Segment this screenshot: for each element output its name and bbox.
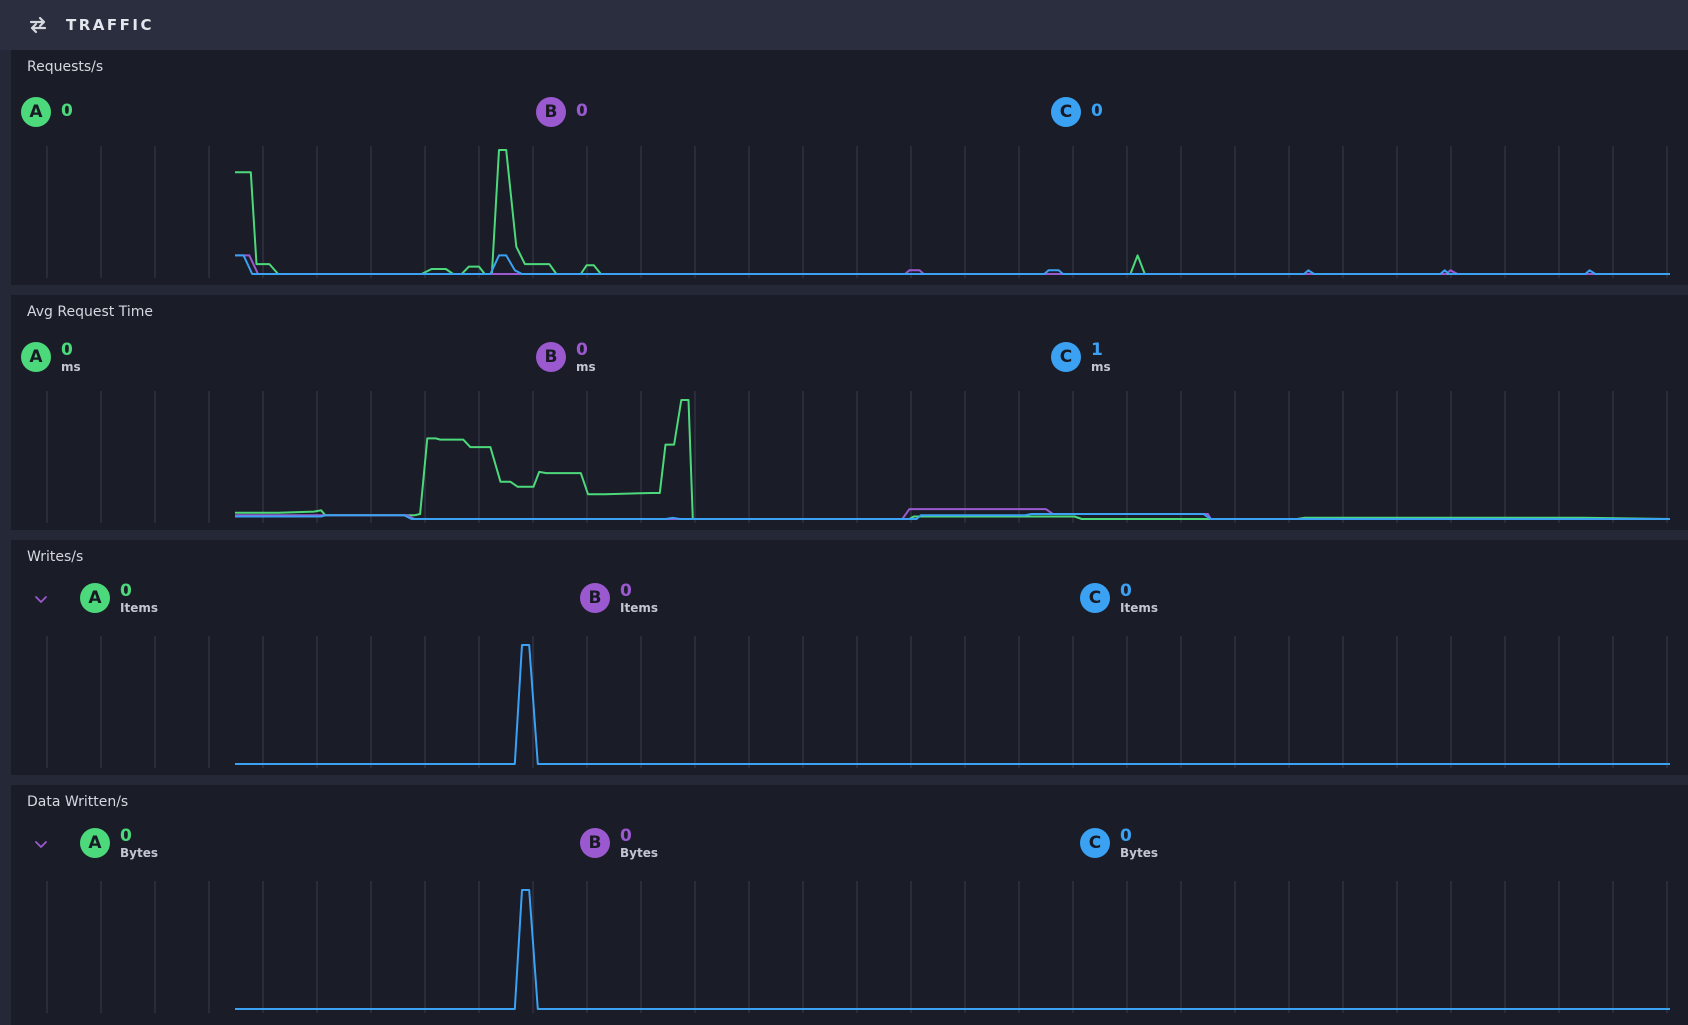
series-c-badge: C (1051, 97, 1081, 127)
metric-c: C 0 Bytes (1080, 828, 1158, 859)
metric-a: A 0 ms (21, 342, 81, 373)
metric-a: A 0 Items (80, 583, 158, 614)
series-c-line (235, 889, 1670, 1010)
metric-unit: ms (61, 360, 81, 374)
metric-value: 0 (61, 101, 73, 121)
swap-arrows-icon[interactable] (28, 15, 48, 35)
series-a-badge: A (21, 97, 51, 127)
series-a-badge: A (80, 828, 110, 858)
metric-unit: ms (576, 360, 596, 374)
metric-unit: Bytes (120, 846, 158, 860)
series-a-line (235, 399, 1671, 520)
metric-a: A 0 Bytes (80, 828, 158, 859)
metric-a: A 0 (21, 97, 73, 127)
metric-unit: Bytes (620, 846, 658, 860)
metric-unit: ms (1091, 360, 1111, 374)
requests-panel: Requests/s A 0 B 0 C 0 (11, 50, 1688, 285)
data-written-panel: Data Written/s A 0 Bytes B 0 Bytes C 0 B… (11, 785, 1688, 1025)
metric-unit: Items (620, 601, 658, 615)
chevron-down-icon[interactable] (34, 595, 48, 605)
metric-c: C 0 (1051, 97, 1103, 127)
metric-value: 0 (1091, 101, 1103, 121)
avg-request-time-panel: Avg Request Time A 0 ms B 0 ms C 1 ms (11, 295, 1688, 530)
panel-title: Writes/s (27, 549, 84, 565)
metric-b: B 0 (536, 97, 588, 127)
metric-unit: Bytes (1120, 846, 1158, 860)
avg-request-time-chart (46, 391, 1671, 523)
page-title: TRAFFIC (66, 16, 154, 34)
series-c-line (235, 644, 1670, 765)
metric-value: 0 (1120, 826, 1132, 846)
metric-value: 0 (120, 826, 132, 846)
metric-value: 0 (1120, 581, 1132, 601)
series-c-badge: C (1080, 583, 1110, 613)
metric-unit: Items (120, 601, 158, 615)
panel-title: Data Written/s (27, 794, 129, 810)
series-b-badge: B (536, 342, 566, 372)
series-a-line (235, 149, 1670, 275)
requests-chart (46, 146, 1670, 278)
metric-b: B 0 ms (536, 342, 596, 373)
metric-c: C 0 Items (1080, 583, 1158, 614)
metric-b: B 0 Items (580, 583, 658, 614)
series-b-badge: B (536, 97, 566, 127)
metric-value: 1 (1091, 340, 1103, 360)
writes-panel: Writes/s A 0 Items B 0 Items C 0 Items (11, 540, 1688, 775)
metric-value: 0 (120, 581, 132, 601)
series-b-badge: B (580, 583, 610, 613)
traffic-header: TRAFFIC (0, 0, 1688, 50)
metric-value: 0 (620, 826, 632, 846)
panel-title: Avg Request Time (27, 304, 153, 320)
metric-value: 0 (620, 581, 632, 601)
writes-chart (46, 636, 1670, 768)
metric-c: C 1 ms (1051, 342, 1111, 373)
chevron-down-icon[interactable] (34, 840, 48, 850)
series-a-badge: A (80, 583, 110, 613)
series-c-badge: C (1080, 828, 1110, 858)
metric-value: 0 (61, 340, 73, 360)
metric-unit: Items (1120, 601, 1158, 615)
metric-value: 0 (576, 340, 588, 360)
metric-value: 0 (576, 101, 588, 121)
series-a-badge: A (21, 342, 51, 372)
panel-title: Requests/s (27, 59, 104, 75)
series-b-badge: B (580, 828, 610, 858)
data-written-chart (46, 881, 1670, 1013)
series-c-badge: C (1051, 342, 1081, 372)
metric-b: B 0 Bytes (580, 828, 658, 859)
